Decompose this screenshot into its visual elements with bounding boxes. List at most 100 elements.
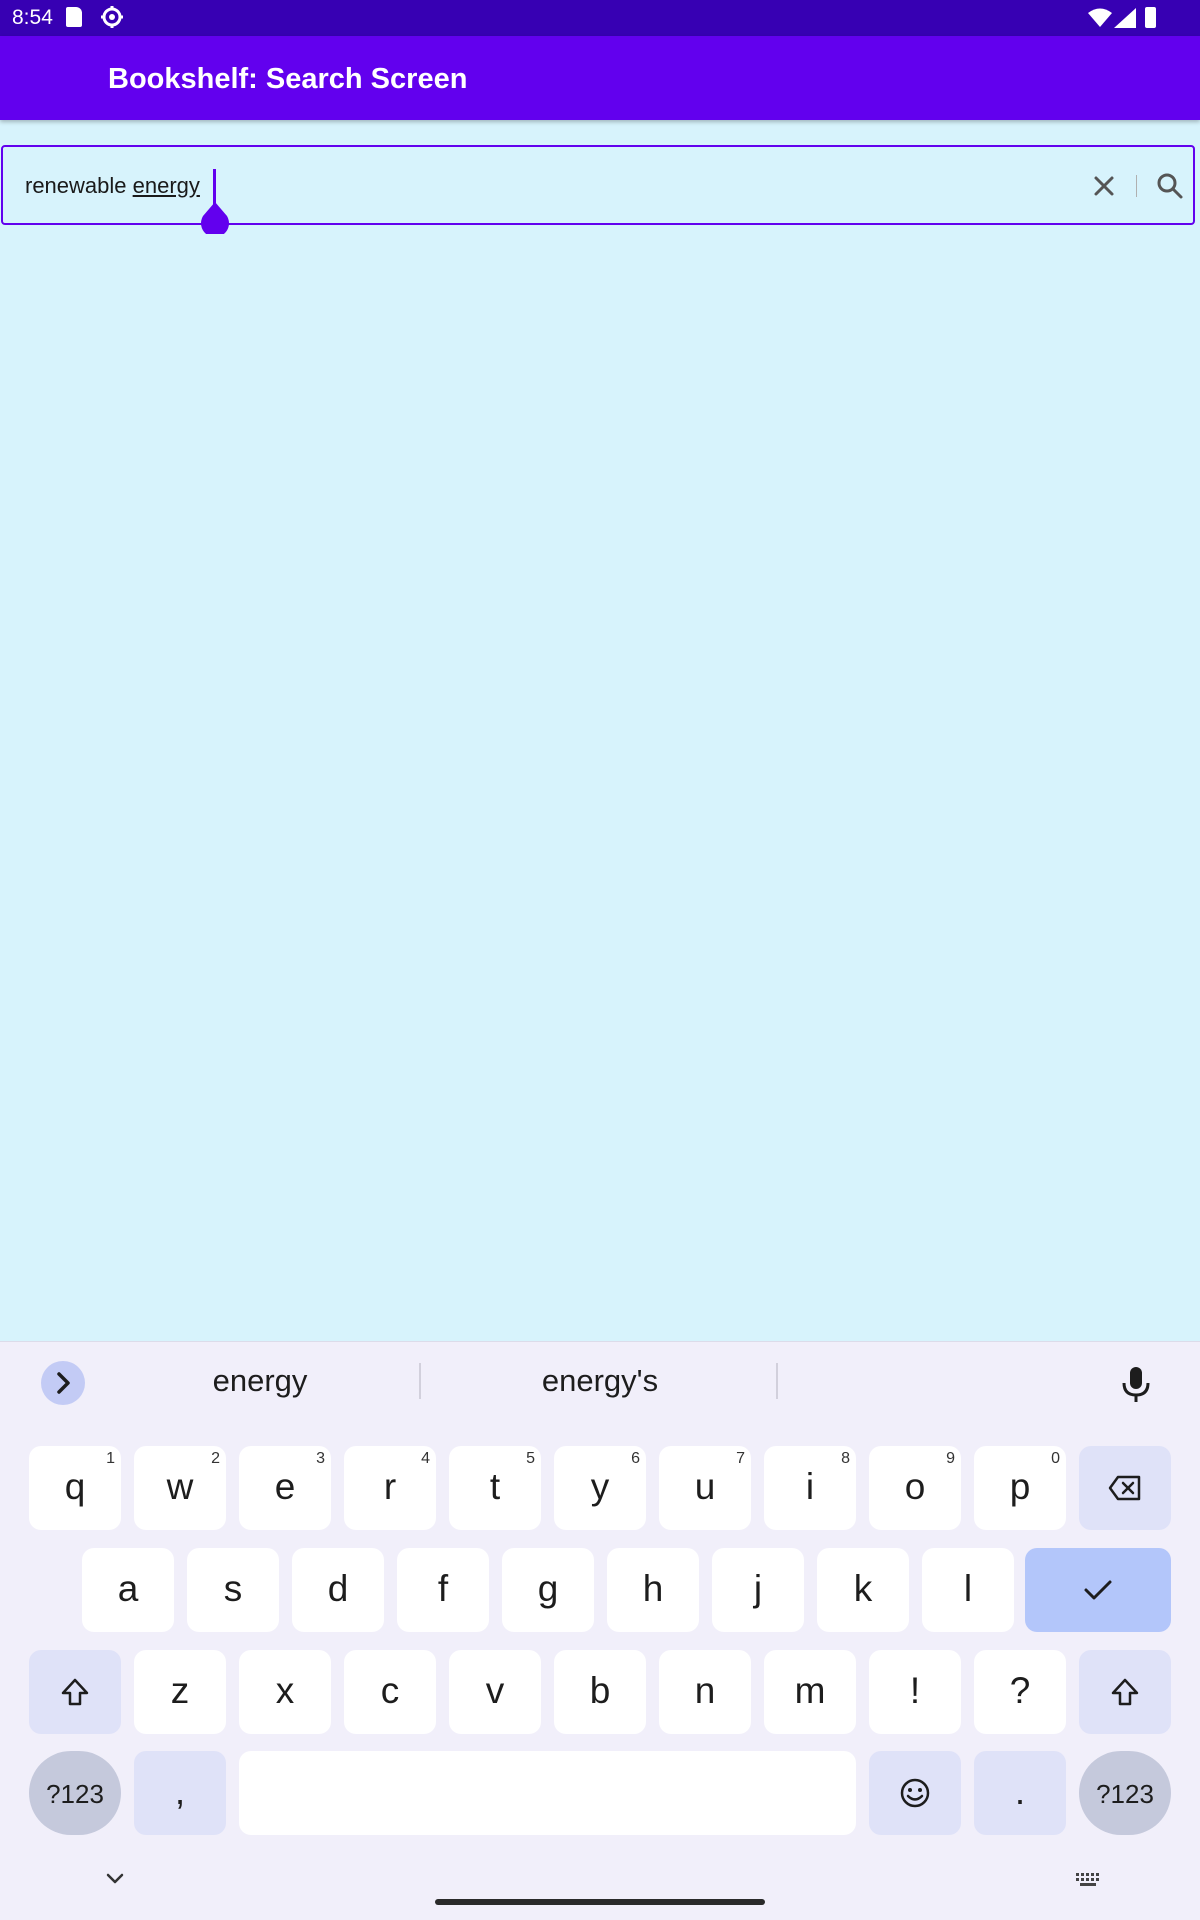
key-f[interactable]: f bbox=[397, 1548, 489, 1632]
key-e[interactable]: e3 bbox=[239, 1446, 331, 1530]
clear-icon[interactable] bbox=[1083, 165, 1125, 207]
shift-icon bbox=[1111, 1678, 1139, 1706]
signal-icon bbox=[1114, 8, 1136, 28]
microphone-icon[interactable] bbox=[1118, 1361, 1154, 1405]
key-hint: 1 bbox=[106, 1450, 115, 1467]
key-hint: 4 bbox=[421, 1450, 430, 1467]
key-n[interactable]: n bbox=[659, 1650, 751, 1734]
key-label: m bbox=[794, 1670, 826, 1711]
key-label: ! bbox=[909, 1670, 921, 1711]
key-label: e bbox=[274, 1466, 296, 1507]
key-x[interactable]: x bbox=[239, 1650, 331, 1734]
key-comma[interactable]: , bbox=[134, 1751, 226, 1835]
key-w[interactable]: w2 bbox=[134, 1446, 226, 1530]
gear-icon bbox=[101, 6, 123, 28]
key-r[interactable]: r4 bbox=[344, 1446, 436, 1530]
key-h[interactable]: h bbox=[607, 1548, 699, 1632]
key-hint: 3 bbox=[316, 1450, 325, 1467]
key-t[interactable]: t5 bbox=[449, 1446, 541, 1530]
chevron-right-icon bbox=[57, 1372, 70, 1394]
key-v[interactable]: v bbox=[449, 1650, 541, 1734]
key-label: a bbox=[117, 1568, 139, 1609]
status-time: 8:54 bbox=[12, 6, 53, 29]
key-label: o bbox=[904, 1466, 926, 1507]
shift-key-left[interactable] bbox=[29, 1650, 121, 1734]
suggestion-divider bbox=[419, 1363, 421, 1399]
chevron-down-icon[interactable] bbox=[103, 1871, 127, 1887]
key-label: h bbox=[642, 1568, 664, 1609]
key-a[interactable]: a bbox=[82, 1548, 174, 1632]
key-z[interactable]: z bbox=[134, 1650, 226, 1734]
key-label: s bbox=[223, 1568, 243, 1609]
key-s[interactable]: s bbox=[187, 1548, 279, 1632]
key-label: . bbox=[1014, 1771, 1026, 1812]
battery-icon bbox=[1145, 7, 1156, 28]
symbols-key-right[interactable]: ?123 bbox=[1079, 1751, 1171, 1835]
key-label: d bbox=[327, 1568, 349, 1609]
key-question[interactable]: ? bbox=[974, 1650, 1066, 1734]
key-i[interactable]: i8 bbox=[764, 1446, 856, 1530]
key-period[interactable]: . bbox=[974, 1751, 1066, 1835]
key-c[interactable]: c bbox=[344, 1650, 436, 1734]
suggestion-item[interactable]: energy bbox=[160, 1363, 360, 1399]
key-y[interactable]: y6 bbox=[554, 1446, 646, 1530]
key-j[interactable]: j bbox=[712, 1548, 804, 1632]
search-text-plain: renewable bbox=[25, 173, 133, 198]
key-label: r bbox=[383, 1466, 397, 1507]
backspace-key[interactable] bbox=[1079, 1446, 1171, 1530]
key-label: p bbox=[1009, 1466, 1031, 1507]
shift-key-right[interactable] bbox=[1079, 1650, 1171, 1734]
cursor-handle[interactable] bbox=[199, 202, 231, 234]
key-label: n bbox=[694, 1670, 716, 1711]
key-label: , bbox=[174, 1771, 186, 1812]
key-label: k bbox=[853, 1568, 873, 1609]
key-q[interactable]: q1 bbox=[29, 1446, 121, 1530]
key-u[interactable]: u7 bbox=[659, 1446, 751, 1530]
key-exclamation[interactable]: ! bbox=[869, 1650, 961, 1734]
key-d[interactable]: d bbox=[292, 1548, 384, 1632]
key-label: q bbox=[64, 1466, 86, 1507]
page-title: Bookshelf: Search Screen bbox=[108, 63, 468, 95]
symbols-key-left[interactable]: ?123 bbox=[29, 1751, 121, 1835]
key-l[interactable]: l bbox=[922, 1548, 1014, 1632]
key-k[interactable]: k bbox=[817, 1548, 909, 1632]
key-hint: 5 bbox=[526, 1450, 535, 1467]
key-b[interactable]: b bbox=[554, 1650, 646, 1734]
key-label: z bbox=[170, 1670, 190, 1711]
status-bar: 8:54 bbox=[0, 0, 1200, 36]
key-label: j bbox=[753, 1568, 763, 1609]
key-o[interactable]: o9 bbox=[869, 1446, 961, 1530]
gesture-navigation-bar[interactable] bbox=[435, 1899, 765, 1905]
search-icon[interactable] bbox=[1149, 165, 1191, 207]
enter-key[interactable] bbox=[1025, 1548, 1171, 1632]
emoji-icon bbox=[900, 1778, 930, 1808]
suggestion-item[interactable]: energy's bbox=[490, 1363, 710, 1399]
key-label: l bbox=[963, 1568, 973, 1609]
key-label: f bbox=[437, 1568, 449, 1609]
key-hint: 6 bbox=[631, 1450, 640, 1467]
key-label: ?123 bbox=[1096, 1779, 1154, 1809]
search-input[interactable]: renewable energy bbox=[25, 173, 200, 199]
keyboard-top-border bbox=[0, 1341, 1200, 1342]
key-m[interactable]: m bbox=[764, 1650, 856, 1734]
keyboard-expand-button[interactable] bbox=[41, 1361, 85, 1405]
search-field[interactable]: renewable energy bbox=[1, 145, 1195, 234]
key-label: ? bbox=[1009, 1670, 1031, 1711]
key-hint: 8 bbox=[841, 1450, 850, 1467]
suggestion-divider bbox=[776, 1363, 778, 1399]
key-label: ?123 bbox=[46, 1779, 104, 1809]
key-label: b bbox=[589, 1670, 611, 1711]
key-hint: 0 bbox=[1051, 1450, 1060, 1467]
key-label: g bbox=[537, 1568, 559, 1609]
key-label: w bbox=[166, 1466, 194, 1507]
keyboard-switch-icon[interactable] bbox=[1074, 1871, 1102, 1889]
emoji-key[interactable] bbox=[869, 1751, 961, 1835]
key-label: c bbox=[380, 1670, 400, 1711]
shift-icon bbox=[61, 1678, 89, 1706]
key-label: y bbox=[590, 1466, 610, 1507]
sd-card-icon bbox=[66, 7, 82, 27]
space-key[interactable] bbox=[239, 1751, 856, 1835]
key-p[interactable]: p0 bbox=[974, 1446, 1066, 1530]
key-g[interactable]: g bbox=[502, 1548, 594, 1632]
key-label: v bbox=[485, 1670, 505, 1711]
